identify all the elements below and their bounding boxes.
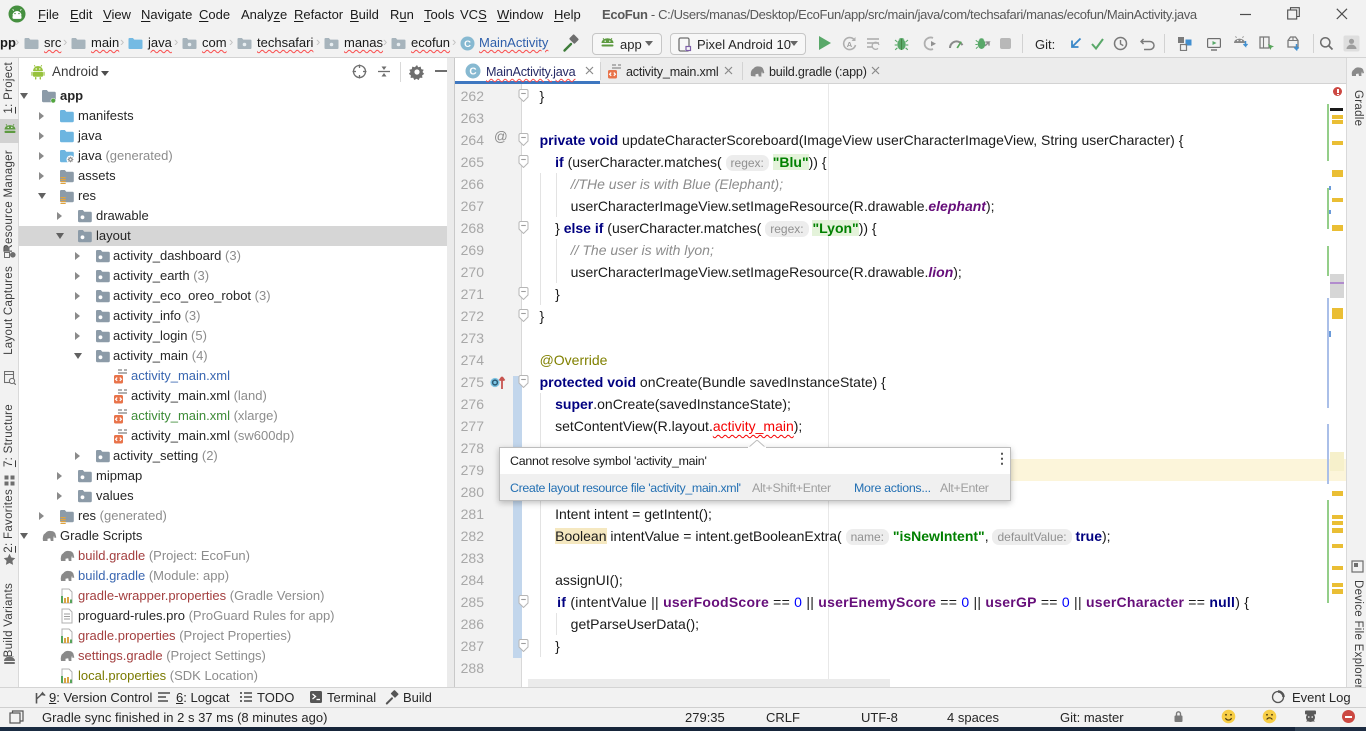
svg-text:C: C bbox=[469, 67, 476, 78]
svg-text:C: C bbox=[464, 39, 471, 50]
svg-text:A: A bbox=[847, 40, 853, 49]
